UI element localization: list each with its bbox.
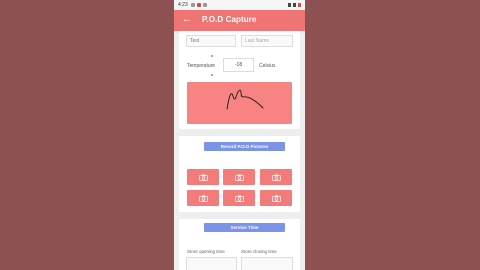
signature-pad[interactable] (187, 82, 292, 124)
app-notification-icon (196, 3, 201, 7)
back-arrow-icon[interactable]: ← (182, 14, 192, 26)
store-closing-label: Store closing time (241, 249, 277, 254)
battery-icon (298, 3, 301, 7)
camera-button-4[interactable] (187, 190, 219, 206)
camera-icon (271, 194, 281, 202)
wifi-icon (293, 3, 296, 7)
details-card: Test Last Name Temperature -18 Celsius (179, 31, 300, 129)
notification-icon (202, 3, 207, 7)
status-time: 4:23 (178, 2, 188, 8)
camera-icon (234, 173, 244, 181)
status-bar: 4:23 (174, 0, 305, 10)
store-opening-input[interactable] (186, 257, 237, 270)
camera-icon (198, 173, 208, 181)
last-name-field[interactable]: Last Name (241, 35, 293, 47)
signature-stroke (226, 89, 264, 110)
camera-button-3[interactable] (260, 169, 292, 185)
record-pictures-header[interactable]: Record P.O.D Pictures (204, 142, 285, 151)
service-time-header[interactable]: Service Time (204, 223, 285, 232)
temperature-label: Temperature (187, 63, 216, 69)
camera-button-5[interactable] (223, 190, 255, 206)
app-bar: ← P.O.D Capture (174, 10, 305, 31)
store-opening-label: Store opening time (187, 249, 225, 254)
camera-icon (234, 194, 244, 202)
phone-screen: 4:23 ← P.O.D Capture Test Last Name Temp… (174, 0, 305, 270)
camera-icon (271, 173, 281, 181)
pictures-card: Record P.O.D Pictures (179, 136, 300, 212)
stepper-dot-bottom (211, 74, 213, 76)
camera-button-2[interactable] (223, 169, 255, 185)
camera-button-6[interactable] (260, 190, 292, 206)
temperature-unit: Celsius (259, 63, 276, 69)
temperature-input[interactable]: -18 (223, 58, 254, 72)
camera-icon (198, 194, 208, 202)
notification-icons (190, 3, 207, 7)
first-name-field[interactable]: Test (186, 35, 236, 47)
camera-button-1[interactable] (187, 169, 219, 185)
system-icons (288, 3, 301, 7)
page-title: P.O.D Capture (202, 15, 257, 24)
service-time-card: Service Time Store opening time Store cl… (179, 219, 300, 270)
signal-icon (288, 3, 291, 7)
notification-icon (190, 3, 195, 7)
store-closing-input[interactable] (241, 257, 293, 270)
stepper-dot-top (211, 55, 213, 57)
